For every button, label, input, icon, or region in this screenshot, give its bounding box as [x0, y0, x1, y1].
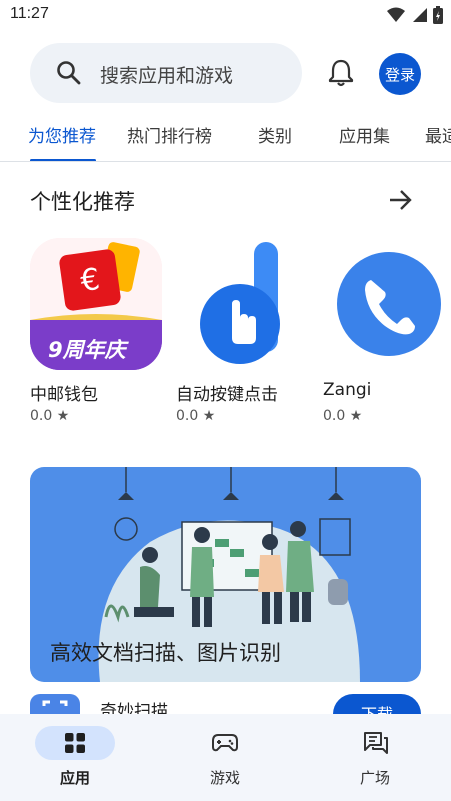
app-rating: 0.0 ★: [176, 408, 216, 424]
tab-latest[interactable]: 最适: [425, 122, 451, 147]
hand-pointer-icon: [200, 242, 280, 364]
nav-label: 游戏: [209, 769, 240, 787]
wifi-icon: [387, 7, 405, 22]
login-button[interactable]: 登录: [379, 53, 421, 95]
chat-bubbles-icon: [364, 732, 388, 754]
category-tabs: 为您推荐 热门排行榜 类别 应用集 最适: [0, 114, 451, 162]
app-store-home: 11:27 搜索应用和游戏 登录 为您推荐 热门排行榜 类别 应用集 最适 个性…: [0, 0, 451, 801]
app-icon-zangi: [323, 238, 451, 370]
apps-grid-icon: [65, 733, 85, 753]
nav-item-games[interactable]: 游戏: [150, 714, 300, 801]
nav-item-plaza[interactable]: 广场: [300, 714, 450, 801]
app-name: 中邮钱包: [30, 385, 98, 405]
gamepad-icon: [212, 734, 238, 752]
section-title: 个性化推荐: [30, 190, 135, 214]
bottom-navigation: 应用 游戏 广场: [0, 714, 451, 801]
tab-top-charts[interactable]: 热门排行榜: [127, 122, 212, 147]
status-icons: [387, 6, 443, 24]
app-card[interactable]: 自动按键点击 0.0 ★: [176, 238, 316, 424]
tab-collections[interactable]: 应用集: [339, 122, 390, 147]
app-icon-auto-clicker: [176, 238, 308, 370]
battery-icon: [433, 6, 443, 24]
app-card[interactable]: € 9周年庆 中邮钱包 0.0 ★: [30, 238, 170, 424]
app-rating: 0.0 ★: [30, 408, 70, 424]
phone-icon: [337, 252, 441, 356]
banner-title: 高效文档扫描、图片识别: [50, 641, 281, 665]
app-rating: 0.0 ★: [323, 408, 363, 424]
nav-label: 广场: [359, 769, 390, 787]
nav-item-apps[interactable]: 应用: [0, 714, 150, 801]
notification-bell-icon[interactable]: [327, 58, 355, 88]
tabs-divider: [0, 161, 451, 162]
status-bar: 11:27: [0, 0, 451, 32]
promo-banner[interactable]: 高效文档扫描、图片识别: [30, 467, 421, 682]
search-icon[interactable]: [56, 60, 82, 86]
app-icon-postal-wallet: € 9周年庆: [30, 238, 162, 370]
nav-label: 应用: [59, 769, 90, 787]
arrow-right-icon[interactable]: [388, 188, 414, 212]
tab-categories[interactable]: 类别: [258, 122, 292, 147]
tab-recommended[interactable]: 为您推荐: [28, 122, 96, 147]
signal-icon: [413, 8, 427, 22]
status-time: 11:27: [10, 5, 49, 22]
anniversary-badge: 9周年庆: [48, 338, 126, 362]
search-input[interactable]: 搜索应用和游戏: [100, 61, 233, 88]
app-name: Zangi: [323, 380, 372, 400]
app-name: 自动按键点击: [176, 385, 278, 405]
app-card[interactable]: Zangi 0.0 ★: [323, 238, 451, 424]
